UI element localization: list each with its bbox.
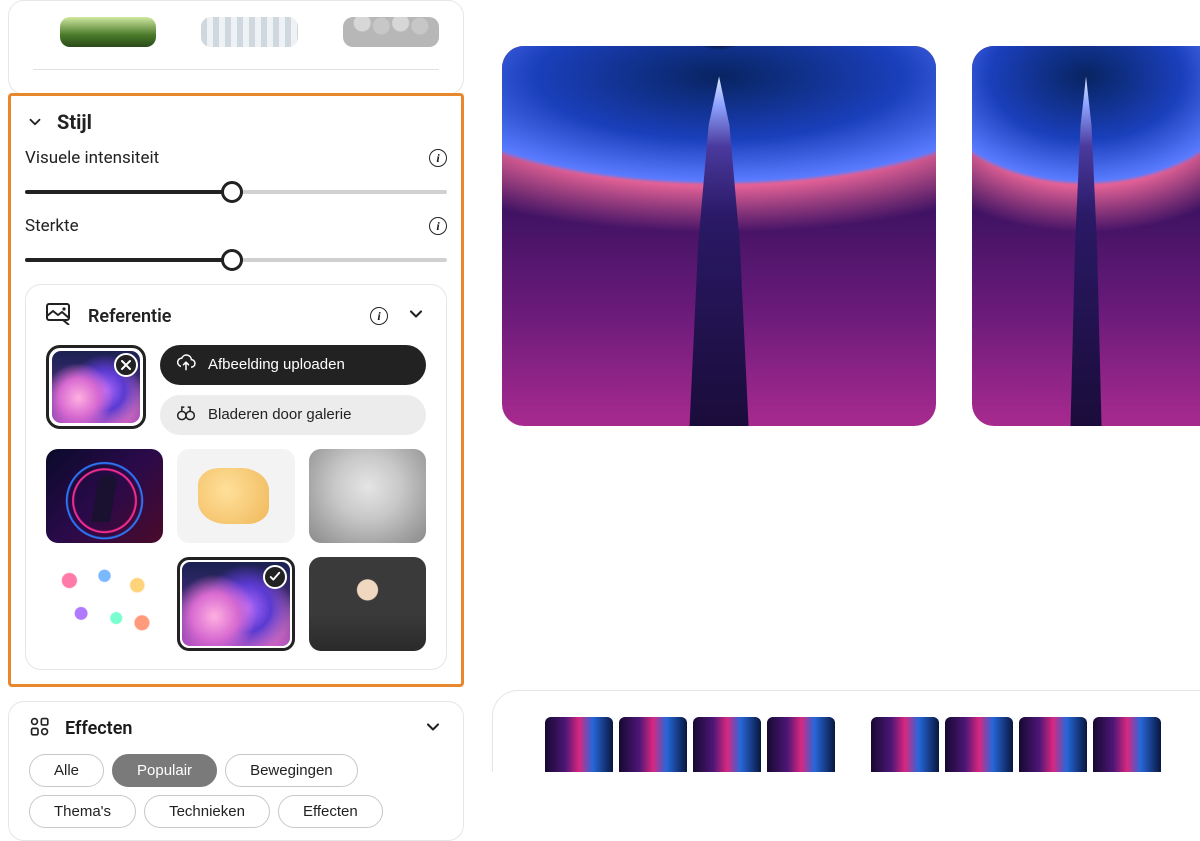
chevron-down-icon[interactable] [406, 304, 426, 328]
effects-card: Effecten Alle Populair Bewegingen Thema'… [8, 701, 464, 841]
gallery-thumb-selected[interactable] [177, 557, 294, 651]
strength-group: Sterkte i [25, 216, 447, 262]
info-icon[interactable]: i [429, 217, 447, 235]
reference-title: Referentie [88, 306, 171, 327]
effect-pill-popular[interactable]: Populair [112, 754, 217, 787]
stijl-title: Stijl [57, 110, 92, 134]
effects-filter-pills: Alle Populair Bewegingen Thema's Technie… [29, 754, 443, 828]
gallery-thumb[interactable] [46, 449, 163, 543]
top-panel-card [8, 0, 464, 95]
effects-grid-icon [29, 716, 51, 742]
gallery-thumb[interactable] [46, 557, 163, 651]
gallery-thumb[interactable] [309, 557, 426, 651]
result-image[interactable] [972, 46, 1200, 426]
browse-gallery-button[interactable]: Bladeren door galerie [160, 395, 426, 435]
history-strip [492, 690, 1200, 772]
chevron-down-icon [25, 112, 45, 132]
strength-label: Sterkte [25, 216, 79, 236]
aspect-thumb[interactable] [60, 17, 156, 47]
reference-card: Referentie i [25, 284, 447, 670]
binoculars-icon [176, 404, 196, 426]
effect-pill-all[interactable]: Alle [29, 754, 104, 787]
slider-thumb[interactable] [221, 249, 243, 271]
upload-image-label: Afbeelding uploaden [208, 356, 345, 373]
effect-pill-effects[interactable]: Effecten [278, 795, 383, 828]
info-icon[interactable]: i [370, 307, 388, 325]
strength-slider[interactable] [25, 258, 447, 262]
slider-thumb[interactable] [221, 181, 243, 203]
aspect-thumb[interactable] [201, 17, 297, 47]
gallery-thumb[interactable] [177, 449, 294, 543]
visual-intensity-label: Visuele intensiteit [25, 148, 159, 168]
reference-gallery-grid [46, 449, 426, 651]
stijl-highlight-region: Stijl Visuele intensiteit i Sterkte i [8, 93, 464, 687]
aspect-thumb[interactable] [343, 17, 439, 47]
check-icon [263, 565, 287, 589]
results-area [472, 0, 1200, 775]
close-icon[interactable] [114, 353, 138, 377]
visual-intensity-group: Visuele intensiteit i [25, 148, 447, 194]
info-icon[interactable]: i [429, 149, 447, 167]
effect-pill-movements[interactable]: Bewegingen [225, 754, 358, 787]
upload-image-button[interactable]: Afbeelding uploaden [160, 345, 426, 385]
effect-pill-themes[interactable]: Thema's [29, 795, 136, 828]
effect-pill-techniques[interactable]: Technieken [144, 795, 270, 828]
settings-sidebar: Stijl Visuele intensiteit i Sterkte i [0, 0, 472, 775]
selected-reference-thumb[interactable] [46, 345, 146, 429]
chevron-down-icon[interactable] [423, 717, 443, 741]
browse-gallery-label: Bladeren door galerie [208, 406, 351, 423]
history-group[interactable] [545, 717, 835, 772]
result-image[interactable] [502, 46, 936, 426]
divider [33, 69, 439, 70]
history-group[interactable] [871, 717, 1161, 772]
stijl-section-toggle[interactable]: Stijl [25, 110, 447, 134]
reference-image-icon [46, 303, 72, 329]
upload-icon [176, 354, 196, 376]
effects-title: Effecten [65, 718, 132, 739]
gallery-thumb[interactable] [309, 449, 426, 543]
aspect-thumbnail-row [33, 17, 439, 69]
visual-intensity-slider[interactable] [25, 190, 447, 194]
